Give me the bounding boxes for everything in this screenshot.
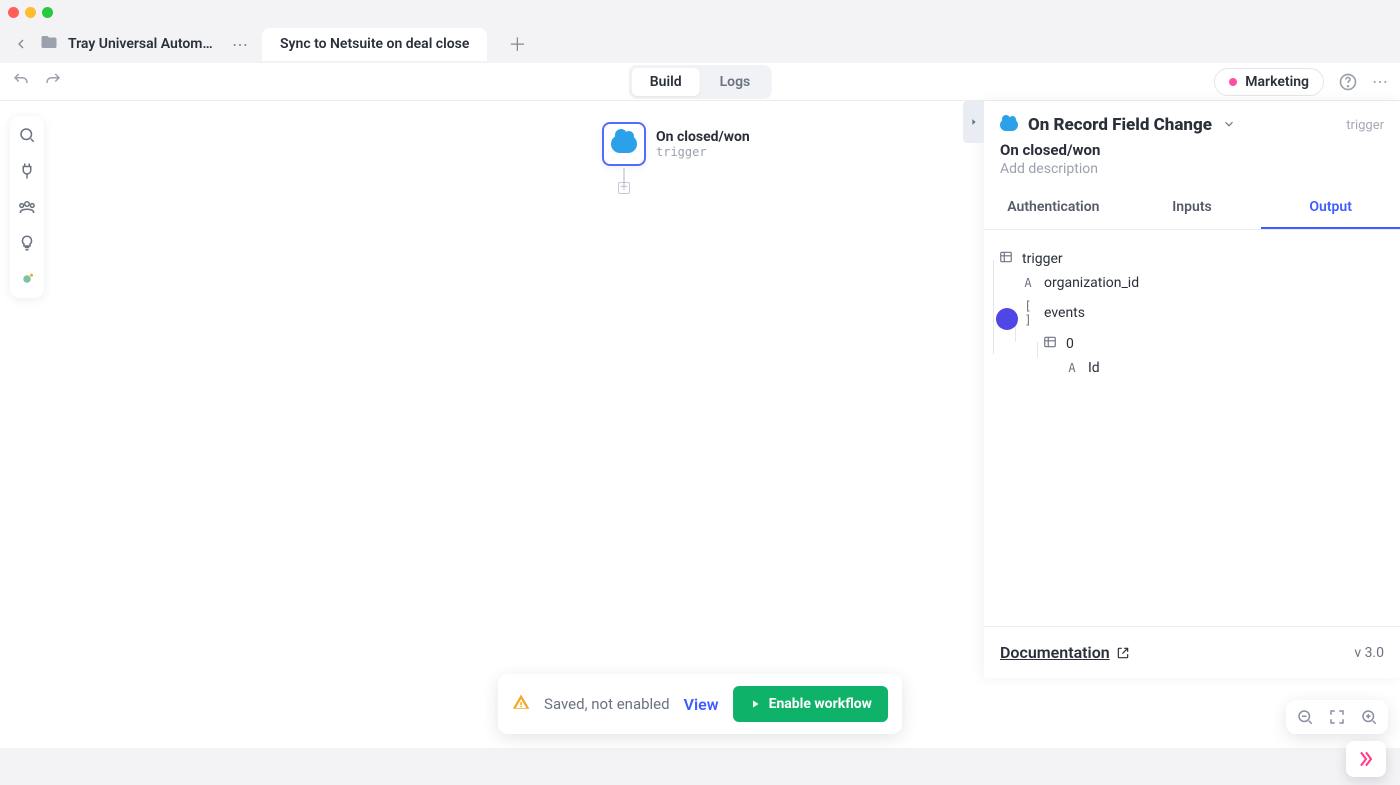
output-tree: trigger A organization_id [ ] events 0 A… — [984, 230, 1400, 626]
tree-line — [1037, 342, 1038, 358]
tree-node-organization-id[interactable]: A organization_id — [998, 271, 1386, 295]
array-icon: [ ] — [1020, 299, 1036, 327]
tree-label: Id — [1088, 360, 1100, 376]
trigger-node-icon — [602, 122, 646, 166]
cursor-indicator — [996, 308, 1018, 330]
trigger-node-subtitle: trigger — [656, 145, 750, 159]
zoom-out-button[interactable] — [1296, 708, 1314, 726]
tree-node-events[interactable]: [ ] events — [998, 295, 1386, 331]
external-link-icon — [1116, 646, 1130, 660]
documentation-link[interactable]: Documentation — [1000, 643, 1130, 662]
enable-workflow-button[interactable]: Enable workflow — [733, 686, 888, 722]
undo-button[interactable] — [12, 71, 30, 93]
bottom-strip — [0, 748, 1400, 785]
object-icon — [1042, 335, 1058, 352]
window-titlebar — [0, 0, 1400, 25]
object-icon — [998, 250, 1014, 267]
tree-node-trigger[interactable]: trigger — [998, 246, 1386, 271]
view-segmented-control: Build Logs — [629, 65, 772, 99]
tree-node-events-0[interactable]: 0 — [998, 331, 1386, 356]
play-icon — [749, 698, 761, 710]
maximize-window-icon[interactable] — [42, 7, 53, 18]
add-tab-button[interactable]: ＋ — [503, 30, 531, 58]
panel-node-name[interactable]: On closed/won — [1000, 141, 1384, 159]
trigger-node[interactable]: On closed/won trigger — [602, 122, 750, 166]
warning-icon — [512, 693, 530, 715]
salesforce-icon — [1000, 119, 1018, 131]
help-button[interactable] — [1338, 72, 1358, 92]
zoom-controls — [1286, 700, 1388, 734]
seg-logs[interactable]: Logs — [702, 68, 769, 96]
seg-build[interactable]: Build — [632, 68, 700, 96]
toolbar: Build Logs Marketing ⋯ — [0, 63, 1400, 101]
string-icon: A — [1064, 361, 1080, 375]
left-toolbar — [10, 116, 44, 298]
tab-output[interactable]: Output — [1261, 187, 1400, 229]
search-tool[interactable] — [16, 124, 38, 146]
chevron-down-icon[interactable] — [1222, 116, 1236, 135]
back-button[interactable] — [10, 33, 32, 55]
status-bar: Saved, not enabled View Enable workflow — [498, 674, 902, 734]
folder-icon — [40, 33, 58, 55]
brand-fab-button[interactable] — [1346, 741, 1386, 777]
workflow-tab-label: Sync to Netsuite on deal close — [280, 36, 469, 52]
project-name[interactable]: Tray Universal Automatic — [68, 36, 218, 52]
ai-tool[interactable] — [16, 268, 38, 290]
tree-label: events — [1044, 305, 1085, 321]
tab-authentication[interactable]: Authentication — [984, 187, 1123, 229]
enable-workflow-label: Enable workflow — [769, 696, 872, 712]
panel-operation-title[interactable]: On Record Field Change — [1028, 115, 1212, 135]
team-tool[interactable] — [16, 196, 38, 218]
workflow-tab-active[interactable]: Sync to Netsuite on deal close — [262, 28, 487, 61]
more-menu-button[interactable]: ⋯ — [1372, 72, 1388, 91]
status-text: Saved, not enabled — [544, 695, 670, 713]
add-step-button[interactable]: ＋ — [618, 182, 630, 194]
tab-inputs[interactable]: Inputs — [1123, 187, 1262, 229]
tree-node-id[interactable]: A Id — [998, 356, 1386, 380]
redo-button[interactable] — [44, 71, 62, 93]
view-link[interactable]: View — [684, 695, 719, 714]
environment-badge[interactable]: Marketing — [1214, 68, 1324, 96]
connector-tool[interactable] — [16, 160, 38, 182]
environment-label: Marketing — [1245, 74, 1309, 90]
salesforce-icon — [611, 135, 637, 153]
minimize-window-icon[interactable] — [25, 7, 36, 18]
zoom-in-button[interactable] — [1360, 708, 1378, 726]
tree-label: 0 — [1066, 336, 1074, 352]
version-label: v 3.0 — [1354, 645, 1384, 661]
panel-description-placeholder[interactable]: Add description — [1000, 161, 1384, 177]
tree-label: organization_id — [1044, 275, 1139, 291]
close-window-icon[interactable] — [8, 7, 19, 18]
tree-label: trigger — [1022, 251, 1063, 267]
string-icon: A — [1020, 276, 1036, 290]
tree-line — [993, 260, 994, 354]
properties-panel: On Record Field Change trigger On closed… — [984, 101, 1400, 678]
documentation-label: Documentation — [1000, 643, 1110, 662]
tabs-row: Tray Universal Automatic ⋯ Sync to Netsu… — [0, 25, 1400, 63]
hint-tool[interactable] — [16, 232, 38, 254]
project-menu-button[interactable]: ⋯ — [226, 35, 254, 54]
trigger-node-title: On closed/won — [656, 129, 750, 145]
zoom-fit-button[interactable] — [1328, 708, 1346, 726]
panel-collapse-button[interactable] — [963, 101, 984, 143]
panel-type-label: trigger — [1346, 118, 1384, 133]
environment-dot-icon — [1229, 78, 1237, 86]
